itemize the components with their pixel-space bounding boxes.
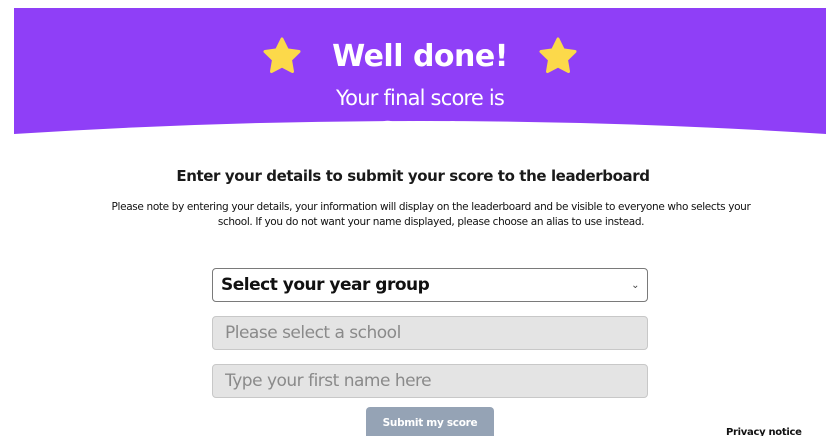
privacy-notice-link[interactable]: Privacy notice xyxy=(726,427,802,436)
chevron-down-icon: ⌄ xyxy=(631,279,639,291)
year-group-select[interactable]: Select your year group ⌄ xyxy=(212,268,648,302)
score-subtitle: Your final score is xyxy=(335,86,505,110)
page: Well done! Your final score is 8000 Ente… xyxy=(0,0,826,436)
score-banner: Well done! Your final score is 8000 xyxy=(14,8,826,160)
submit-score-button[interactable]: Submit my score xyxy=(366,407,494,436)
form-heading: Enter your details to submit your score … xyxy=(176,167,650,185)
page-title: Well done! xyxy=(332,38,508,74)
title-row: Well done! xyxy=(14,30,826,82)
star-icon xyxy=(263,37,301,73)
star-icon xyxy=(539,37,577,73)
privacy-note: Please note by entering your details, yo… xyxy=(111,201,751,228)
school-value: Please select a school xyxy=(225,323,401,343)
year-group-value: Select your year group xyxy=(221,275,430,295)
first-name-input[interactable] xyxy=(212,364,648,398)
school-select[interactable]: Please select a school xyxy=(212,316,648,350)
final-score: 8000 xyxy=(376,116,464,152)
